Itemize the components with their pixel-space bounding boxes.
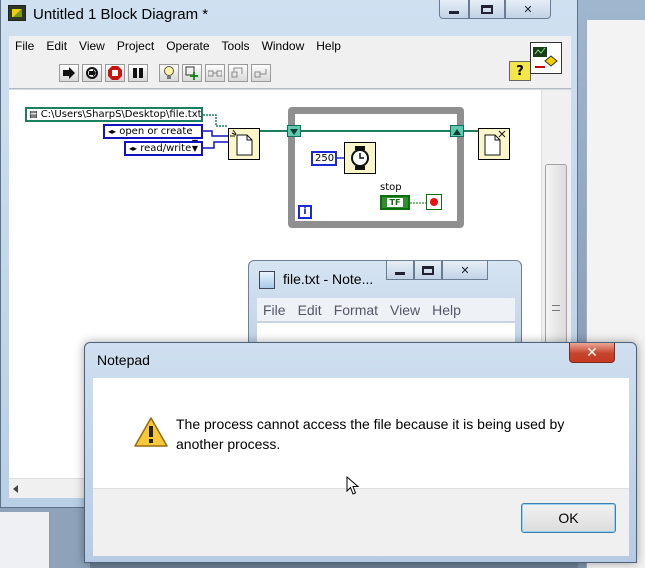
bool-tf-text: TF bbox=[387, 198, 403, 207]
close-file-icon bbox=[484, 130, 506, 156]
dialog-close-button[interactable]: ✕ bbox=[569, 343, 615, 363]
close-icon: ✕ bbox=[586, 344, 598, 361]
notepad-error-dialog: Notepad ✕ The process cannot access the … bbox=[84, 342, 637, 563]
notepad-menu-file[interactable]: File bbox=[257, 302, 292, 318]
open-operation-enum[interactable]: ◂▸ open or create ▼ bbox=[103, 124, 203, 147]
close-icon: ✕ bbox=[460, 263, 470, 277]
wait-clock-icon bbox=[351, 146, 369, 170]
iteration-terminal: i bbox=[298, 205, 312, 219]
notepad-app-icon bbox=[259, 271, 275, 289]
enum-arrows-icon: ◂▸ bbox=[129, 144, 138, 153]
maximize-icon bbox=[422, 265, 434, 275]
open-operation-text: open or create bbox=[119, 126, 193, 137]
access-enum[interactable]: ◂▸ read/write ▼ bbox=[124, 141, 203, 156]
ok-button[interactable]: OK bbox=[521, 503, 616, 533]
stop-label: stop bbox=[380, 182, 402, 193]
notepad-menu-format[interactable]: Format bbox=[328, 302, 384, 318]
dialog-body: The process cannot access the file becau… bbox=[93, 378, 629, 488]
warning-icon bbox=[134, 417, 168, 447]
right-shift-register bbox=[450, 125, 464, 137]
notepad-menu-edit[interactable]: Edit bbox=[292, 302, 328, 318]
notepad-window-title: file.txt - Note... bbox=[283, 271, 374, 287]
open-file-node[interactable] bbox=[228, 128, 260, 160]
minimize-icon bbox=[395, 271, 405, 275]
notepad-window: file.txt - Note... ✕ File Edit Format Vi… bbox=[248, 260, 522, 351]
notepad-menu-view[interactable]: View bbox=[384, 302, 426, 318]
file-path-constant[interactable]: ▤ C:\Users\SharpS\Desktop\file.txt bbox=[25, 107, 203, 122]
notepad-close-button[interactable]: ✕ bbox=[442, 261, 488, 280]
background-window-bottom-body bbox=[0, 512, 50, 568]
open-file-icon bbox=[230, 129, 253, 156]
path-icon: ▤ bbox=[29, 110, 38, 120]
loop-condition-terminal[interactable] bbox=[426, 194, 442, 210]
shift-register-up-icon bbox=[453, 129, 461, 135]
dialog-message: The process cannot access the file becau… bbox=[176, 416, 565, 452]
shift-register-down-icon bbox=[290, 129, 298, 135]
notepad-menubar: File Edit Format View Help bbox=[257, 298, 515, 322]
notepad-minimize-button[interactable] bbox=[386, 261, 414, 280]
file-path-text: C:\Users\SharpS\Desktop\file.txt bbox=[40, 109, 202, 120]
stop-boolean-control[interactable]: TF bbox=[380, 195, 410, 210]
wait-ms-constant[interactable]: 250 bbox=[311, 151, 337, 166]
left-shift-register bbox=[287, 125, 301, 137]
access-text: read/write bbox=[140, 143, 192, 154]
enum-dropdown-icon: ▼ bbox=[191, 144, 198, 153]
dialog-title: Notepad bbox=[97, 352, 150, 368]
notepad-menu-help[interactable]: Help bbox=[426, 302, 467, 318]
wait-ms-node[interactable] bbox=[344, 142, 376, 174]
mouse-pointer-icon bbox=[346, 476, 360, 495]
notepad-maximize-button[interactable] bbox=[414, 261, 442, 280]
dialog-footer: OK bbox=[93, 488, 629, 556]
enum-arrows-icon: ◂▸ bbox=[108, 127, 117, 136]
close-file-node[interactable] bbox=[478, 128, 510, 160]
